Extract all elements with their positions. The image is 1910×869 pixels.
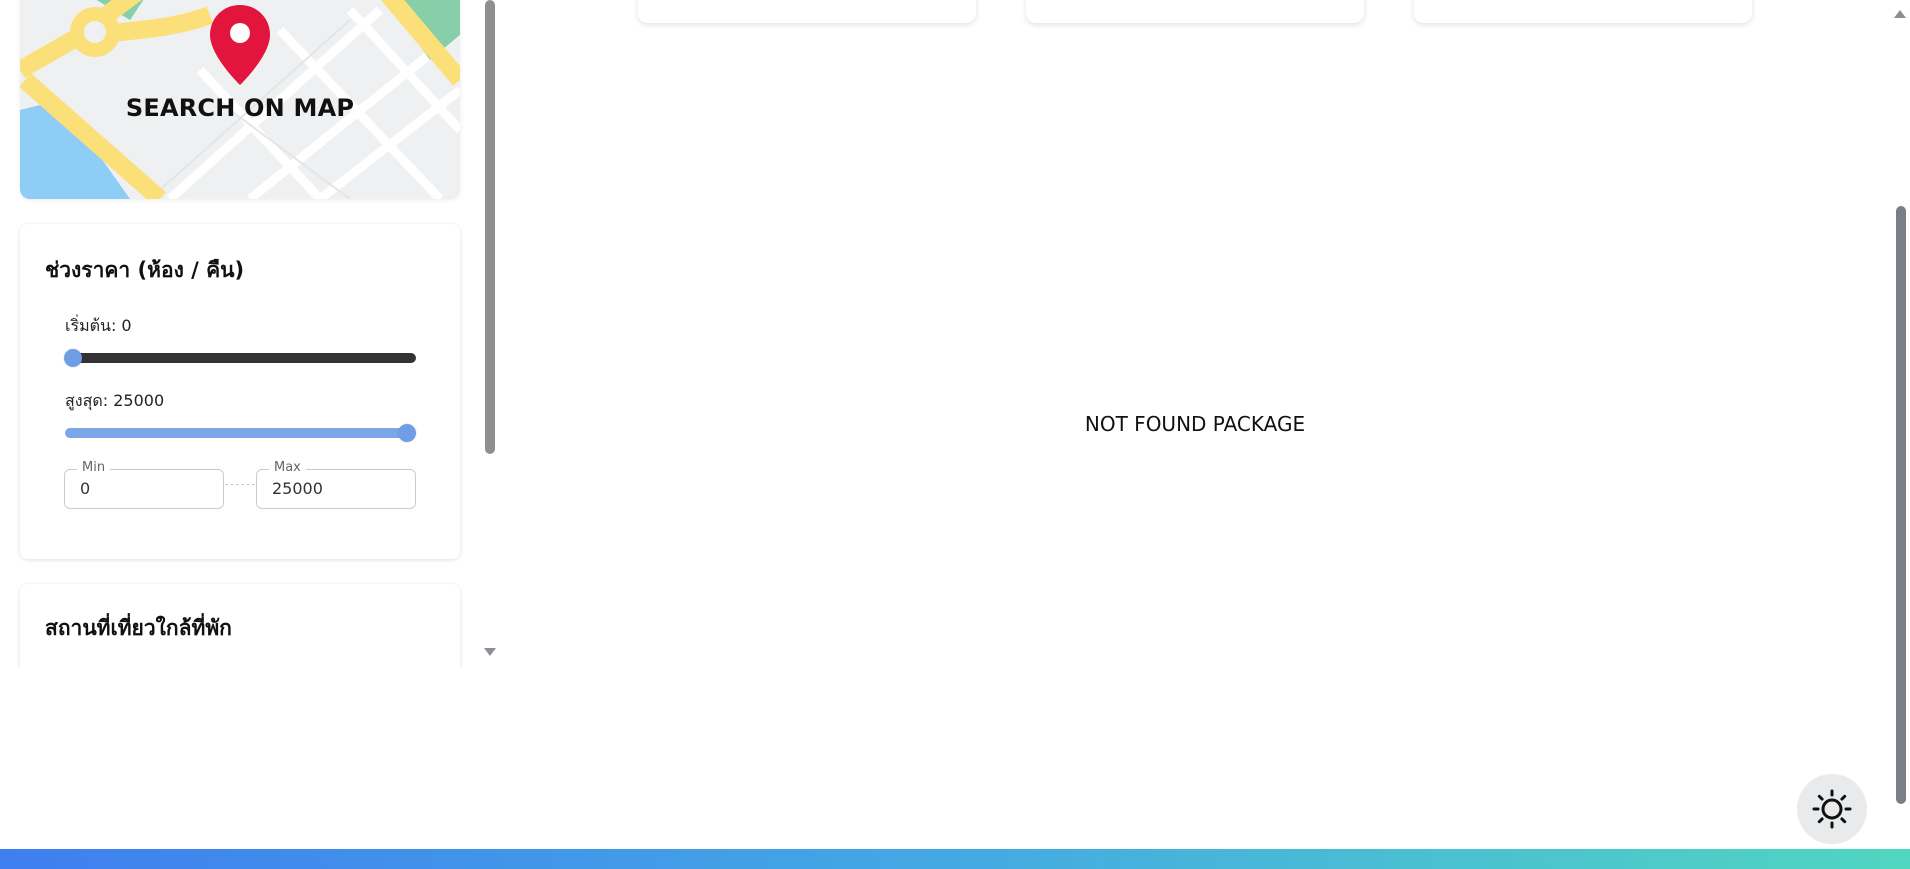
min-slider-thumb[interactable] — [64, 349, 82, 367]
filter-sidebar: SEARCH ON MAP ช่วงราคา (ห้อง / คืน) เริ่… — [0, 0, 480, 667]
min-field-legend: Min — [77, 460, 111, 475]
min-price-slider[interactable] — [64, 349, 416, 367]
sidebar-scroll-down-arrow[interactable] — [484, 648, 496, 656]
sun-icon — [1812, 789, 1852, 829]
nearby-places-title: สถานที่เที่ยวใกล้ที่พัก — [45, 616, 232, 640]
max-slider-thumb[interactable] — [398, 424, 416, 442]
sidebar-scrollbar-thumb[interactable] — [485, 0, 495, 454]
min-slider-value: 0 — [121, 316, 132, 335]
max-slider-value: 25000 — [113, 391, 165, 410]
max-price-field[interactable]: Max 25000 — [256, 460, 416, 509]
search-on-map-label: SEARCH ON MAP — [125, 94, 355, 122]
package-card[interactable] — [1026, 0, 1364, 23]
range-separator — [225, 484, 255, 485]
max-field-value[interactable]: 25000 — [272, 479, 323, 498]
search-on-map-card[interactable]: SEARCH ON MAP — [20, 0, 460, 199]
min-slider-caption: เริ่มต้น: — [65, 316, 117, 335]
not-found-message: NOT FOUND PACKAGE — [1084, 412, 1306, 436]
min-field-value[interactable]: 0 — [80, 479, 90, 498]
price-range-card: ช่วงราคา (ห้อง / คืน) เริ่มต้น: 0 สูงสุด… — [20, 224, 460, 559]
package-card[interactable] — [1414, 0, 1752, 23]
max-slider-caption: สูงสุด: — [65, 391, 109, 410]
nearby-places-card: สถานที่เที่ยวใกล้ที่พัก — [20, 584, 460, 667]
min-slider-label: เริ่มต้น: 0 — [65, 314, 132, 339]
footer-gradient-bar — [0, 849, 1910, 869]
page-scrollbar-thumb[interactable] — [1896, 206, 1906, 804]
max-price-slider[interactable] — [65, 424, 416, 442]
price-range-title: ช่วงราคา (ห้อง / คืน) — [45, 258, 245, 282]
page-scroll-up-arrow[interactable] — [1894, 10, 1906, 18]
theme-toggle-button[interactable] — [1797, 774, 1867, 844]
max-field-legend: Max — [269, 460, 306, 475]
min-price-field[interactable]: Min 0 — [64, 460, 224, 509]
max-slider-label: สูงสุด: 25000 — [65, 389, 164, 414]
package-card[interactable] — [638, 0, 976, 23]
